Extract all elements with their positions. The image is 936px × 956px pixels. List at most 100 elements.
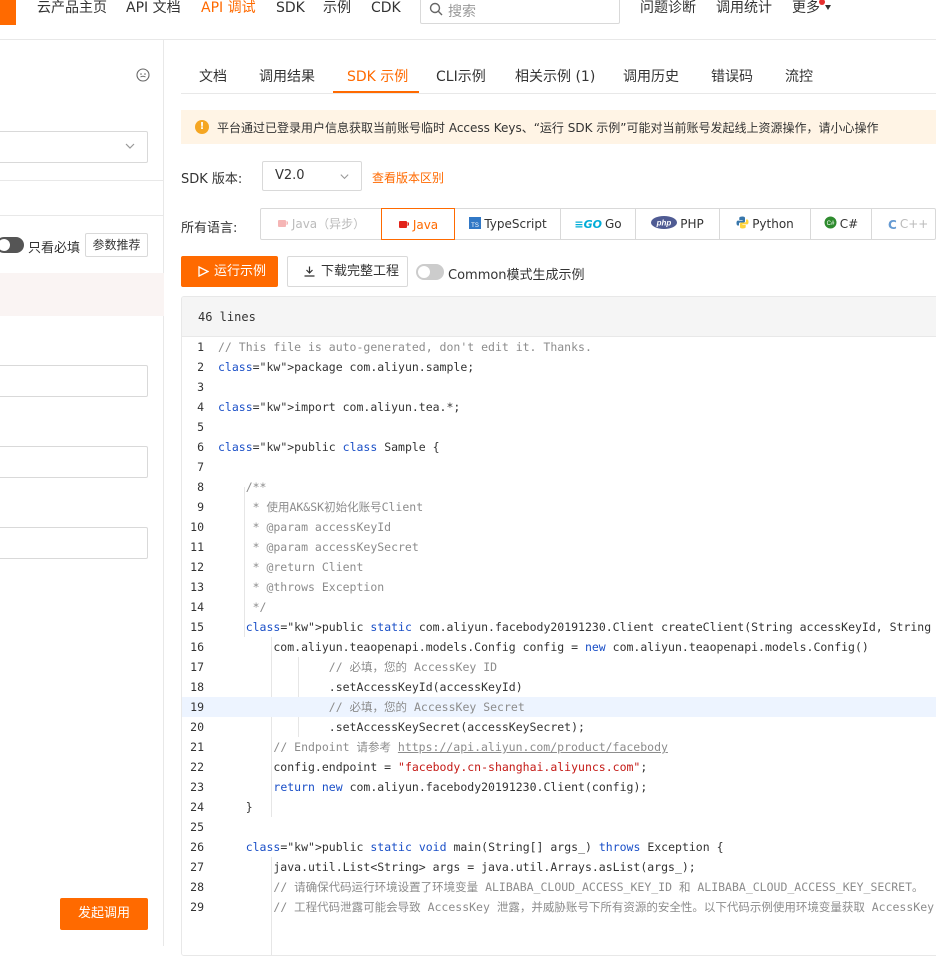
code-text: .setAccessKeyId(accessKeyId) [218, 680, 523, 694]
code-line: 22 config.endpoint = "facebody.cn-shangh… [182, 757, 936, 777]
tab-related-examples[interactable]: 相关示例 (1) [515, 66, 595, 86]
code-line: 9 * 使用AK&SK初始化账号Client [182, 497, 936, 517]
code-body: 1 // This file is auto-generated, don't e… [182, 337, 936, 955]
code-line: 28 // 请确保代码运行环境设置了环境变量 ALIBABA_CLOUD_ACC… [182, 877, 936, 897]
line-number: 23 [190, 780, 204, 794]
warning-notice: ! 平台通过已登录用户信息获取当前账号临时 Access Keys、“运行 SD… [181, 110, 936, 144]
code-text: config.endpoint = "facebody.cn-shanghai.… [218, 760, 648, 774]
tab-docs[interactable]: 文档 [199, 66, 227, 86]
chevron-down-icon [125, 143, 135, 149]
nav-more[interactable]: 更多 [792, 0, 820, 16]
lang-cpp[interactable]: C C++ [872, 208, 936, 240]
nav-cloud-home[interactable]: 云产品主页 [37, 0, 107, 16]
line-number: 14 [190, 600, 204, 614]
typescript-icon: TS [469, 209, 482, 241]
line-count: 46 lines [198, 310, 256, 324]
feedback-icon[interactable] [136, 68, 150, 82]
lang-csharp[interactable]: C# C# [811, 208, 871, 240]
code-line: 14 */ [182, 597, 936, 617]
required-only-toggle[interactable] [0, 237, 24, 253]
line-number: 20 [190, 720, 204, 734]
python-icon [736, 209, 749, 241]
nav-sdk[interactable]: SDK [276, 0, 305, 16]
left-panel [0, 40, 164, 946]
download-project-label: 下载完整工程 [321, 264, 400, 279]
code-line: 15 class="kw">public static com.aliyun.f… [182, 617, 936, 637]
nav-diagnosis[interactable]: 问题诊断 [640, 0, 696, 16]
common-mode-label: Common模式生成示例 [448, 268, 585, 283]
nav-api-docs[interactable]: API 文档 [126, 0, 181, 16]
code-viewer: 46 lines 1 // This file is auto-generated… [181, 296, 936, 956]
code-text: .setAccessKeySecret(accessKeySecret); [218, 720, 585, 734]
download-icon [304, 266, 315, 277]
line-number: 7 [197, 460, 204, 474]
code-line: 27 java.util.List<String> args = java.ut… [182, 857, 936, 877]
code-text: class="kw">import com.aliyun.tea.*; [218, 400, 461, 414]
nav-examples[interactable]: 示例 [323, 0, 351, 16]
search-input[interactable]: 搜索 [420, 0, 620, 24]
line-number: 15 [190, 620, 204, 634]
code-line: 20 .setAccessKeySecret(accessKeySecret); [182, 717, 936, 737]
tab-call-result[interactable]: 调用结果 [259, 66, 315, 86]
line-number: 8 [197, 480, 204, 494]
code-text: * @throws Exception [218, 580, 385, 594]
version-diff-link[interactable]: 查看版本区别 [372, 169, 444, 186]
code-line: 18 .setAccessKeyId(accessKeyId) [182, 677, 936, 697]
code-text: // 工程代码泄露可能会导致 AccessKey 泄露，并威胁账号下所有资源的安… [273, 900, 935, 914]
line-number: 17 [190, 660, 204, 674]
code-line: 7 [182, 457, 936, 477]
svg-text:C#: C# [826, 221, 834, 227]
nav-cdk[interactable]: CDK [371, 0, 401, 16]
line-number: 1 [197, 340, 204, 354]
play-icon [198, 266, 209, 277]
param-recommend-button[interactable]: 参数推荐 [85, 233, 148, 257]
nav-api-debug[interactable]: API 调试 [201, 0, 256, 16]
line-number: 24 [190, 800, 204, 814]
line-number: 13 [190, 580, 204, 594]
tab-cli-example[interactable]: CLI示例 [436, 66, 486, 86]
tab-sdk-example[interactable]: SDK 示例 [347, 66, 408, 86]
lang-php[interactable]: php PHP [636, 208, 719, 240]
lang-python[interactable]: Python [720, 208, 810, 240]
toggle-knob [0, 239, 10, 251]
lang-go[interactable]: ≡GO Go [561, 208, 635, 240]
tab-call-history[interactable]: 调用历史 [623, 66, 679, 86]
code-line: 8 /** [182, 477, 936, 497]
php-icon: php [651, 209, 678, 241]
search-placeholder: 搜索 [448, 4, 476, 20]
nav-stats[interactable]: 调用统计 [716, 0, 772, 16]
lang-java[interactable]: Java [381, 208, 455, 240]
tab-error-codes[interactable]: 错误码 [711, 66, 753, 86]
line-number: 5 [197, 420, 204, 434]
lang-label: Java [412, 218, 439, 232]
logo[interactable] [0, 0, 16, 25]
param-input[interactable] [0, 446, 148, 478]
tab-flow-control[interactable]: 流控 [785, 66, 813, 86]
download-project-button[interactable]: 下载完整工程 [287, 256, 408, 287]
code-line: 5 [182, 417, 936, 437]
notice-text: 平台通过已登录用户信息获取当前账号临时 Access Keys、“运行 SDK … [217, 121, 879, 135]
divider [0, 215, 164, 216]
code-line: 3 [182, 377, 936, 397]
param-input[interactable] [0, 527, 148, 559]
line-number: 9 [197, 500, 204, 514]
common-mode-toggle[interactable] [416, 264, 444, 280]
code-line: 17 // 必填，您的 AccessKey ID [182, 657, 936, 677]
lang-java-async[interactable]: Java（异步） [261, 208, 381, 240]
sdk-version-select[interactable]: V2.0 [262, 161, 362, 191]
param-input[interactable] [0, 365, 148, 397]
invoke-button[interactable]: 发起调用 [60, 898, 148, 930]
param-section-header [0, 273, 164, 316]
code-text: * 使用AK&SK初始化账号Client [218, 500, 424, 514]
code-line: 29 // 工程代码泄露可能会导致 AccessKey 泄露，并威胁账号下所有资… [182, 897, 936, 917]
code-text: */ [218, 600, 267, 614]
code-text: * @param accessKeyId [218, 520, 392, 534]
code-line: 10 * @param accessKeyId [182, 517, 936, 537]
code-text: // Endpoint 请参考 https://api.aliyun.com/p… [273, 740, 668, 754]
line-number: 4 [197, 400, 204, 414]
lang-typescript[interactable]: TS TypeScript [455, 208, 561, 240]
run-example-button[interactable]: 运行示例 [181, 256, 278, 287]
line-number: 6 [197, 440, 204, 454]
lang-label: Java（异步） [291, 217, 366, 231]
code-text: class="kw">public static com.aliyun.face… [245, 620, 932, 634]
